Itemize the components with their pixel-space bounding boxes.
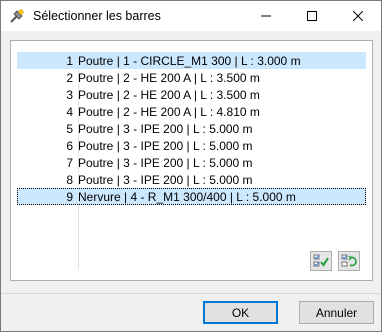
item-label: Poutre | 3 - IPE 200 | L : 5.000 m	[78, 172, 253, 187]
item-number: 4	[66, 104, 73, 119]
item-label: Poutre | 2 - HE 200 A | L : 3.500 m	[78, 70, 260, 85]
item-label: Poutre | 3 - IPE 200 | L : 5.000 m	[78, 138, 253, 153]
select-all-button[interactable]	[310, 251, 332, 271]
window-title: Sélectionner les barres	[33, 9, 161, 23]
item-number: 9	[66, 189, 73, 204]
select-members-icon	[9, 8, 25, 24]
item-number: 8	[66, 172, 73, 187]
list-item[interactable]: 6 Poutre | 3 - IPE 200 | L : 5.000 m	[17, 137, 366, 154]
item-number: 5	[66, 121, 73, 136]
invert-selection-button[interactable]	[338, 251, 360, 271]
list-item[interactable]: 3 Poutre | 2 - HE 200 A | L : 3.500 m	[17, 86, 366, 103]
item-label: Poutre | 3 - IPE 200 | L : 5.000 m	[78, 121, 253, 136]
item-label: Poutre | 3 - IPE 200 | L : 5.000 m	[78, 155, 253, 170]
minimize-button[interactable]	[243, 1, 289, 31]
item-label: Poutre | 2 - HE 200 A | L : 3.500 m	[78, 87, 260, 102]
item-number: 2	[66, 70, 73, 85]
title-bar[interactable]: Sélectionner les barres	[1, 1, 381, 31]
close-button[interactable]	[335, 1, 381, 31]
item-label: Poutre | 1 - CIRCLE_M1 300 | L : 3.000 m	[78, 53, 301, 68]
item-number: 6	[66, 138, 73, 153]
item-label: Nervure | 4 - R_M1 300/400 | L : 5.000 m	[78, 189, 296, 204]
list-item[interactable]: 7 Poutre | 3 - IPE 200 | L : 5.000 m	[17, 154, 366, 171]
item-number: 3	[66, 87, 73, 102]
close-icon	[353, 11, 363, 21]
ok-button[interactable]: OK	[203, 301, 278, 324]
list-item[interactable]: 8 Poutre | 3 - IPE 200 | L : 5.000 m	[17, 171, 366, 188]
check-all-icon	[313, 254, 329, 267]
list-item[interactable]: 9 Nervure | 4 - R_M1 300/400 | L : 5.000 …	[17, 188, 366, 205]
list-item[interactable]: 2 Poutre | 2 - HE 200 A | L : 3.500 m	[17, 69, 366, 86]
list-item[interactable]: 1 Poutre | 1 - CIRCLE_M1 300 | L : 3.000 …	[17, 52, 366, 69]
list-item[interactable]: 4 Poutre | 2 - HE 200 A | L : 4.810 m	[17, 103, 366, 120]
item-number: 1	[66, 53, 73, 68]
dialog-window: Sélectionner les barres 1 Poutre | 1 - CI…	[0, 0, 382, 332]
maximize-icon	[307, 11, 317, 21]
item-number: 7	[66, 155, 73, 170]
item-label: Poutre | 2 - HE 200 A | L : 4.810 m	[78, 104, 260, 119]
cancel-button[interactable]: Annuler	[299, 301, 374, 324]
footer-divider	[1, 293, 381, 294]
members-list[interactable]: 1 Poutre | 1 - CIRCLE_M1 300 | L : 3.000 …	[10, 40, 373, 281]
list-item[interactable]: 5 Poutre | 3 - IPE 200 | L : 5.000 m	[17, 120, 366, 137]
maximize-button[interactable]	[289, 1, 335, 31]
invert-selection-icon	[341, 254, 357, 267]
minimize-icon	[261, 15, 271, 17]
